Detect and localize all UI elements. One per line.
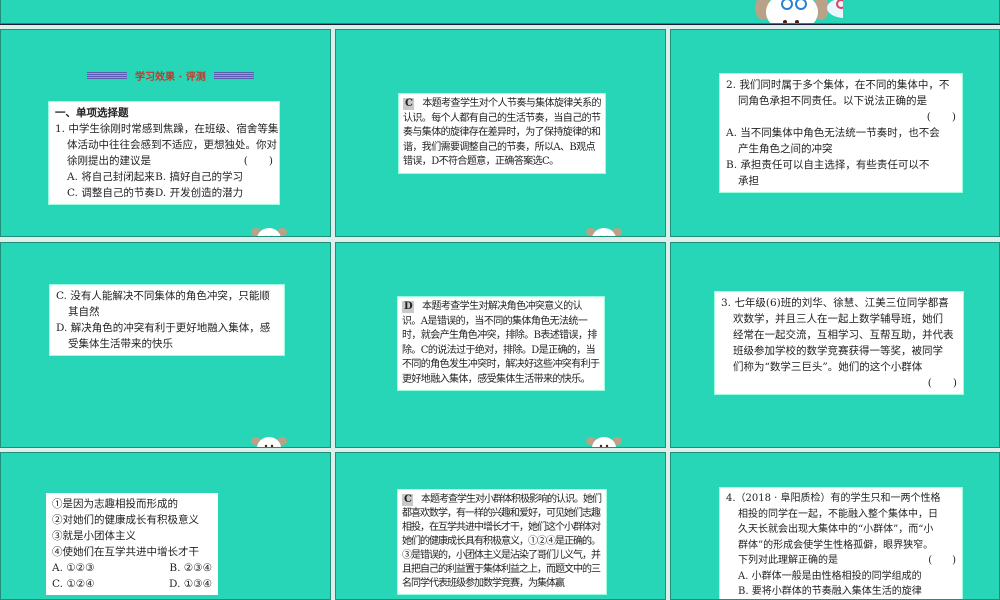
explanation-text: 本题考查学生对小群体积极影响的认识。她们都喜欢数学，有一样的兴趣和爱好，可见她们…: [402, 494, 602, 589]
section-title: 学习效果 · 评测: [87, 68, 254, 83]
answer-explanation-box: D 本题考查学生对解决角色冲突意义的认识。A是错误的，当不同的集体角色无法统一时，…: [397, 296, 605, 391]
question-text: 们称为“数学三巨头”。她们的这个小群体: [733, 361, 923, 373]
answer-tag: C: [403, 98, 415, 110]
slide-top-partial[interactable]: [0, 0, 1000, 24]
options-box: C. 没有人能解决不同集体的角色冲突，只能顺 其自然 D. 解决角色的冲突有利于…: [49, 284, 285, 356]
question-text: 同角色承担不同责任。以下说法正确的是: [738, 95, 927, 107]
question-3-box: 3. 七年级(6)班的刘华、徐慧、江美三位同学都喜 欢数学，并且三人在一起上数学…: [714, 291, 964, 395]
question-text: 体活动中往往会感到不适应，更想独处。你对: [67, 139, 277, 151]
statements-box: ①是因为志趣相投而形成的 ②对她们的健康成长有积极意义 ③就是小团体主义 ④使她…: [46, 493, 218, 595]
cartoon-dog-icon: [251, 228, 287, 236]
cartoon-dog-icon: [251, 437, 287, 447]
option-b[interactable]: B. 要将小群体的节奏融入集体生活的旋律: [726, 584, 956, 599]
option-d[interactable]: D. 解决角色的冲突有利于更好地融入集体，感: [56, 320, 278, 336]
question-1-box: 一、单项选择题 1. 中学生徐刚时常感到焦躁，在班级、宿舍等集 体活动中往往会感…: [48, 101, 280, 205]
question-text: 3. 七年级(6)班的刘华、徐慧、江美三位同学都喜: [721, 297, 949, 309]
cartoon-dog-icon: [586, 437, 622, 447]
option-b[interactable]: B. 搞好自己的学习: [155, 169, 243, 185]
statement-4: ④使她们在互学共进中增长才干: [52, 546, 199, 558]
option-d[interactable]: D. ①③④: [169, 576, 212, 592]
slide-9[interactable]: 4.（2018 · 阜阳质检）有的学生只和一两个性格 相投的同学在一起，不能融入…: [670, 452, 1000, 600]
slide-8[interactable]: C 本题考查学生对小群体积极影响的认识。她们都喜欢数学，有一样的兴趣和爱好，可见她…: [335, 452, 666, 600]
question-text: 班级参加学校的数学竞赛获得一等奖，被同学: [733, 345, 943, 357]
option-d-cont: 受集体生活带来的快乐: [68, 338, 173, 350]
slide-5[interactable]: D 本题考查学生对解决角色冲突意义的认识。A是错误的，当不同的集体角色无法统一时，…: [335, 242, 666, 448]
option-c[interactable]: C. 调整自己的节奏: [67, 185, 155, 201]
answer-tag: D: [402, 301, 415, 313]
option-c-cont: 其自然: [68, 306, 100, 318]
statement-3: ③就是小团体主义: [52, 530, 136, 542]
slide-3[interactable]: 2. 我们同时属于多个集体，在不同的集体中，不 同角色承担不同责任。以下说法正确…: [670, 29, 1000, 237]
question-text: 欢数学，并且三人在一起上数学辅导班，她们: [733, 313, 943, 325]
cartoon-dog-icon: [755, 0, 843, 23]
option-a-cont: 产生角色之间的冲突: [738, 143, 833, 155]
question-text: 徐刚提出的建议是: [67, 155, 151, 167]
question-text: 下列对此理解正确的是: [738, 555, 838, 566]
section-heading: 一、单项选择题: [55, 107, 129, 119]
question-text: 1. 中学生徐刚时常感到焦躁，在班级、宿舍等集: [55, 123, 279, 135]
option-a[interactable]: A. 小群体一般是由性格相投的同学组成的: [726, 569, 956, 585]
option-d[interactable]: D. 开发创造的潜力: [155, 185, 243, 201]
slide-2[interactable]: C 本题考查学生对个人节奏与集体旋律关系的认识。每个人都有自己的生活节奏，当自己的…: [335, 29, 666, 237]
question-text: 久天长就会出现大集体中的“小群体”，而“小: [738, 524, 934, 535]
option-b[interactable]: B. 承担责任可以自主选择，有些责任可以不: [726, 157, 956, 173]
question-text: 经常在一起交流，互相学习、互帮互助，并代表: [733, 329, 954, 341]
cartoon-dog-icon: [586, 228, 622, 236]
statement-2: ②对她们的健康成长有积极意义: [52, 514, 199, 526]
slide-6[interactable]: 3. 七年级(6)班的刘华、徐慧、江美三位同学都喜 欢数学，并且三人在一起上数学…: [670, 242, 1000, 448]
explanation-text: 本题考查学生对解决角色冲突意义的认识。A是错误的，当不同的集体角色无法统一时，就…: [402, 301, 600, 385]
option-a[interactable]: A. 当不同集体中角色无法统一节奏时，也不会: [726, 125, 956, 141]
question-text: 相投的同学在一起，不能融入整个集体中，日: [738, 508, 938, 520]
question-text: 4.（2018 · 阜阳质检）有的学生只和一两个性格: [726, 493, 941, 504]
slide-7[interactable]: ①是因为志趣相投而形成的 ②对她们的健康成长有积极意义 ③就是小团体主义 ④使她…: [0, 452, 331, 600]
option-b[interactable]: B. ②③④: [169, 560, 212, 576]
answer-tag: C: [402, 494, 413, 506]
option-c[interactable]: C. ①②④: [52, 576, 95, 592]
question-4-box: 4.（2018 · 阜阳质检）有的学生只和一两个性格 相投的同学在一起，不能融入…: [719, 487, 963, 599]
answer-paren: ( ): [927, 377, 957, 389]
answer-explanation-box: C 本题考查学生对个人节奏与集体旋律关系的认识。每个人都有自己的生活节奏，当自己的…: [398, 93, 606, 174]
answer-explanation-box: C 本题考查学生对小群体积极影响的认识。她们都喜欢数学，有一样的兴趣和爱好，可见她…: [397, 489, 607, 595]
slide-1[interactable]: 学习效果 · 评测 一、单项选择题 1. 中学生徐刚时常感到焦躁，在班级、宿舍等…: [0, 29, 331, 237]
option-b-cont: 承担: [738, 175, 759, 187]
statement-1: ①是因为志趣相投而形成的: [52, 498, 178, 510]
option-c[interactable]: C. 没有人能解决不同集体的角色冲突，只能顺: [56, 288, 278, 304]
answer-paren: ( ): [928, 555, 956, 566]
answer-paren: ( ): [243, 155, 273, 167]
option-a[interactable]: A. ①②③: [52, 560, 95, 576]
answer-paren: ( ): [926, 111, 956, 123]
option-a[interactable]: A. 将自己封闭起来: [67, 169, 155, 185]
slide-4[interactable]: C. 没有人能解决不同集体的角色冲突，只能顺 其自然 D. 解决角色的冲突有利于…: [0, 242, 331, 448]
explanation-text: 本题考查学生对个人节奏与集体旋律关系的认识。每个人都有自己的生活节奏，当自己的节…: [403, 98, 602, 167]
question-text: 群体”的形成会使学生性格孤僻，眼界狭窄。: [738, 539, 934, 551]
question-text: 2. 我们同时属于多个集体，在不同的集体中，不: [726, 79, 950, 91]
question-2-box: 2. 我们同时属于多个集体，在不同的集体中，不 同角色承担不同责任。以下说法正确…: [719, 73, 963, 193]
